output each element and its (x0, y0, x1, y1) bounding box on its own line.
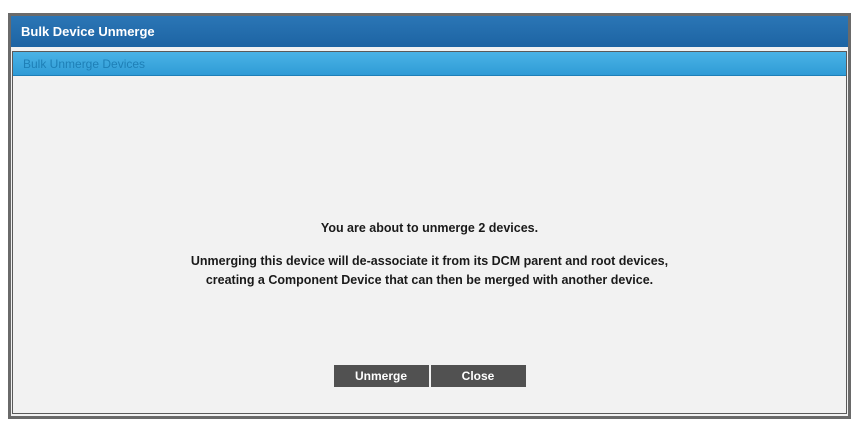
unmerge-button[interactable]: Unmerge (333, 365, 429, 387)
close-button[interactable]: Close (430, 365, 526, 387)
unmerge-count-message: You are about to unmerge 2 devices. (320, 221, 539, 235)
unmerge-detail-message: Unmerging this device will de-associate … (13, 252, 846, 290)
bulk-unmerge-dialog: Bulk Device Unmerge Bulk Unmerge Devices… (8, 13, 851, 419)
detail-line-1: Unmerging this device will de-associate … (190, 254, 669, 268)
dialog-title: Bulk Device Unmerge (11, 16, 848, 47)
button-row: Unmerge Close (13, 365, 846, 387)
panel-header: Bulk Unmerge Devices (13, 52, 846, 76)
detail-line-2: creating a Component Device that can the… (205, 273, 654, 287)
bulk-unmerge-panel: Bulk Unmerge Devices You are about to un… (12, 51, 847, 414)
